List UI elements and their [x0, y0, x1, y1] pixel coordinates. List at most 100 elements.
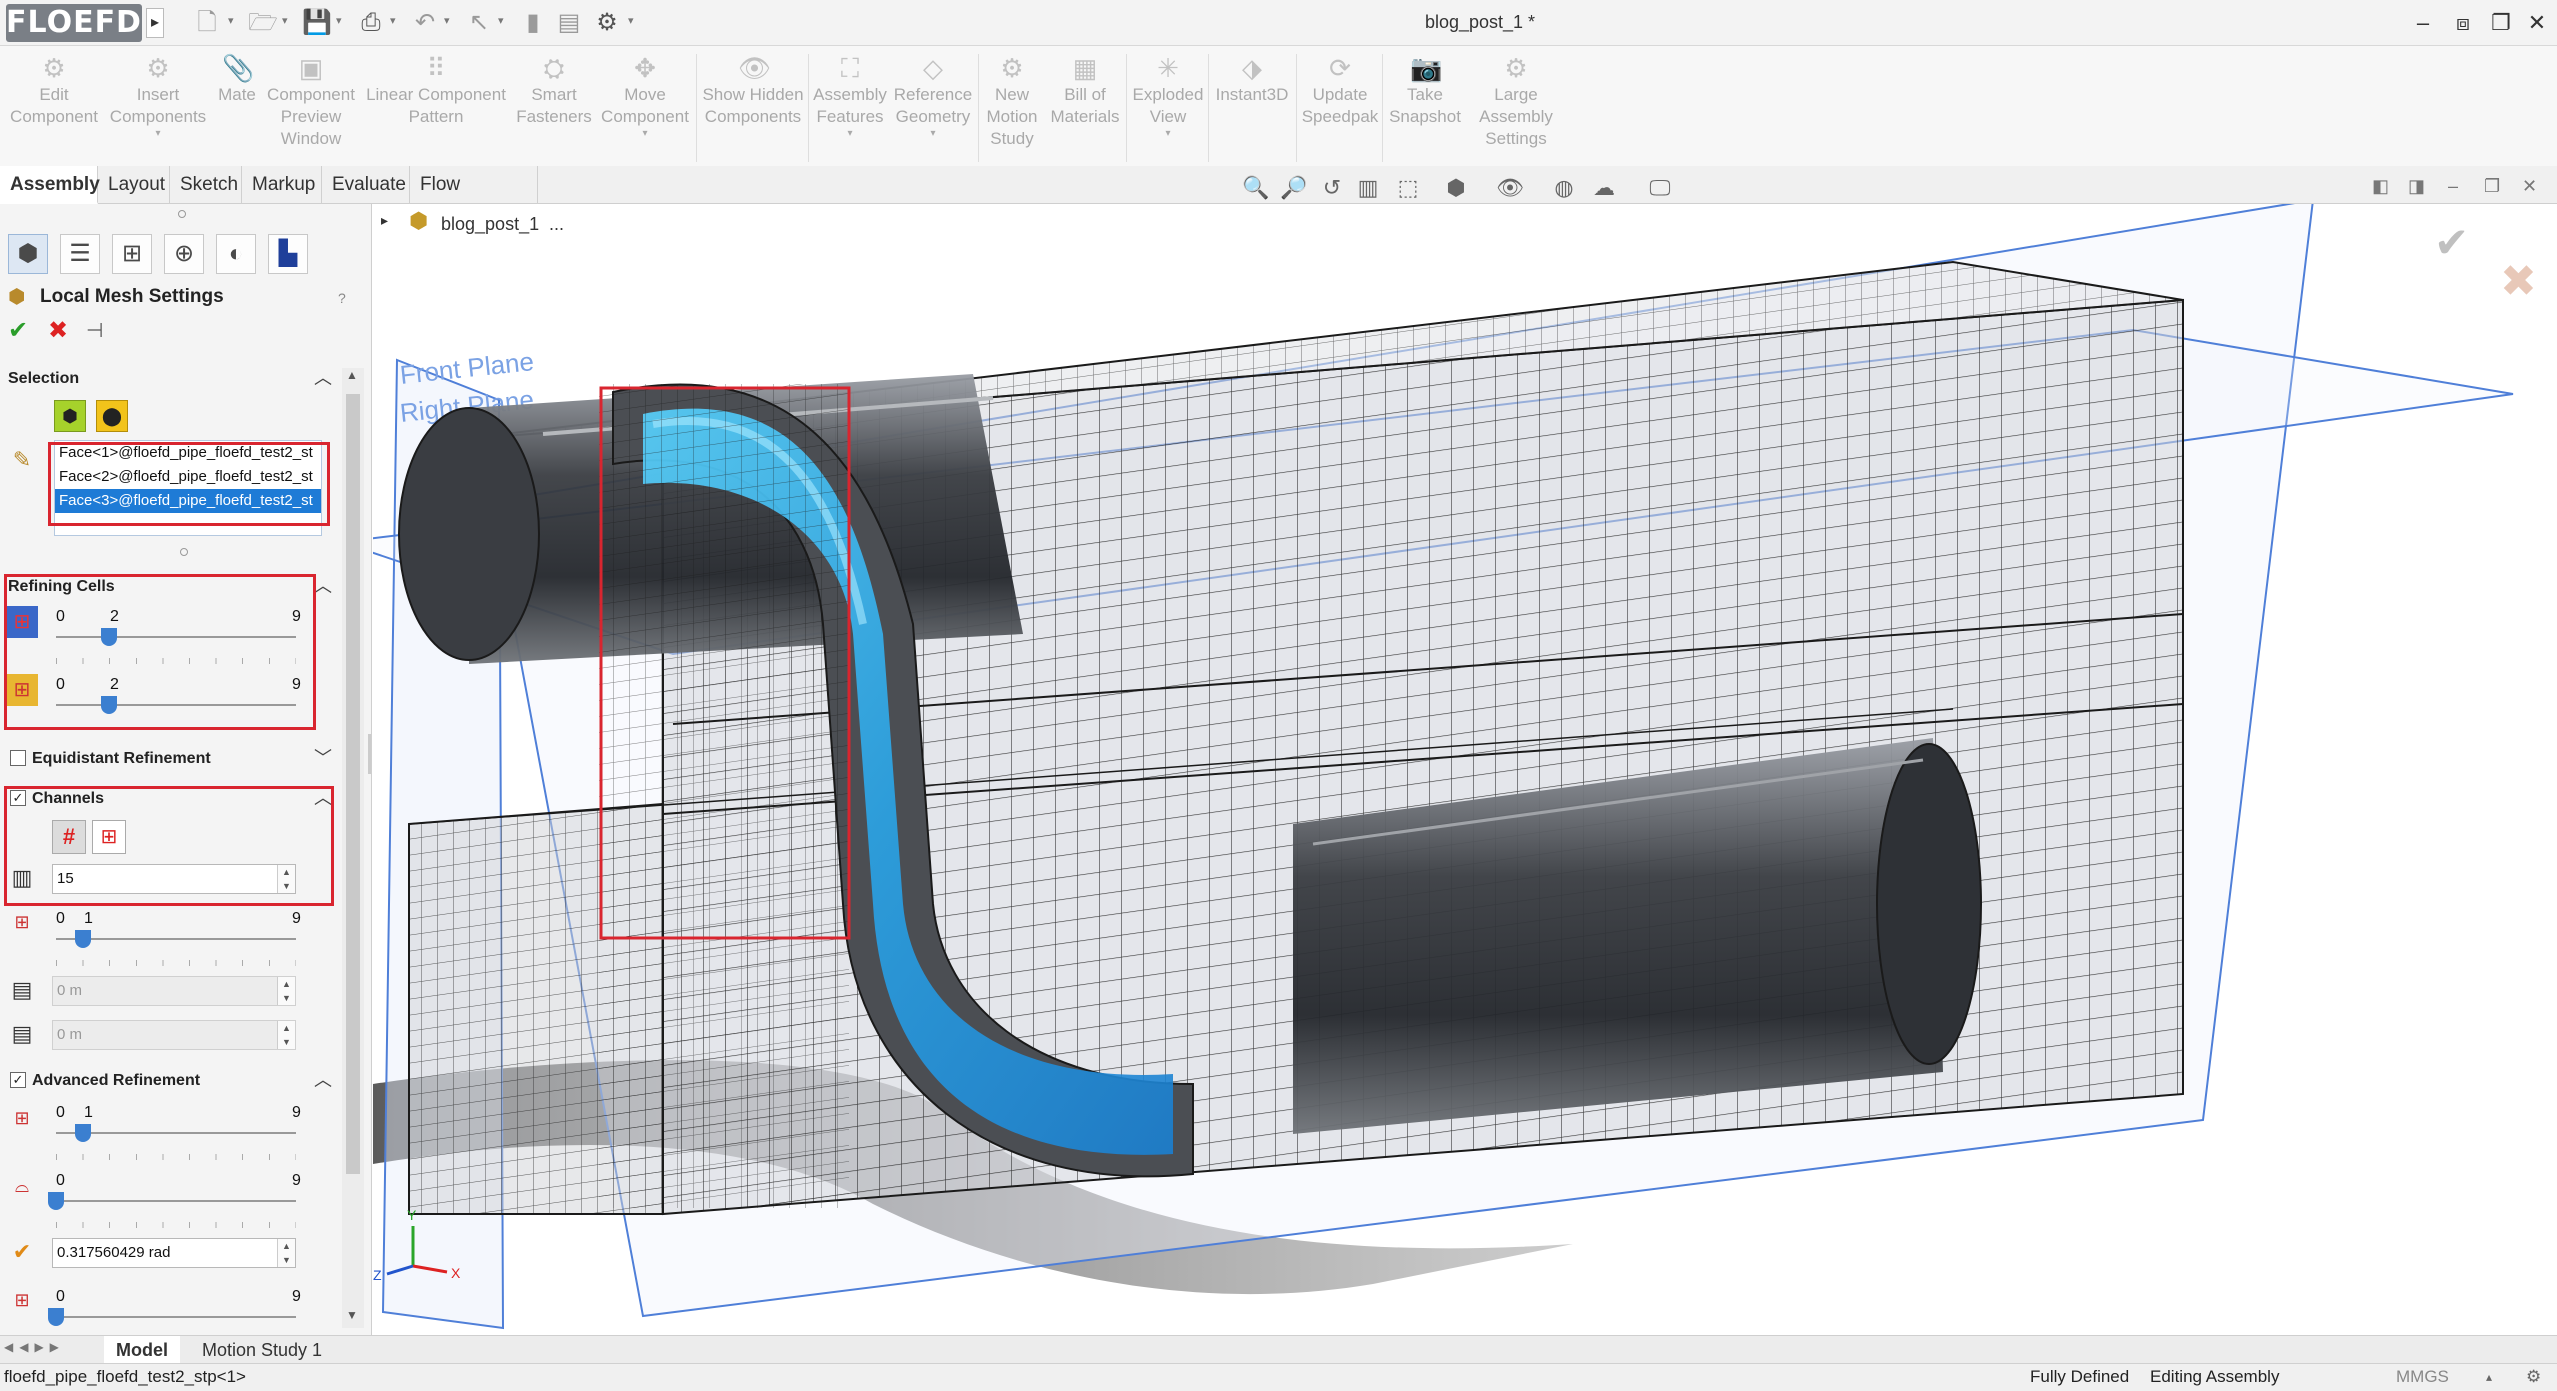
appearance-icon[interactable]: ◐	[216, 234, 256, 274]
graphics-viewport[interactable]: ▸ ⬢ blog_post_1 ... Front Plane Right Pl…	[373, 204, 2557, 1335]
ok-check-icon[interactable]: ✔	[8, 316, 28, 345]
equidistant-expand-chevron-icon[interactable]: ﹀	[314, 744, 332, 770]
status-units[interactable]: MMGS	[2396, 1364, 2449, 1390]
zoom-area-icon[interactable]: 🔎	[1278, 172, 1310, 204]
curvature-slider-thumb[interactable]	[48, 1192, 64, 1210]
panel-splitter[interactable]	[368, 734, 371, 774]
move-dropdown-icon[interactable]: ▾	[598, 128, 692, 140]
component-preview-button[interactable]: ▣ Component Preview Window	[262, 54, 360, 150]
viewport-tile-left-icon[interactable]: ◧	[2372, 176, 2389, 197]
panel-resize-handle[interactable]	[178, 210, 186, 218]
channel-refine-slider-thumb[interactable]	[74, 930, 91, 948]
tab-navigation-arrows-icon[interactable]: ◀◀▶▶	[4, 1340, 65, 1354]
edit-component-button[interactable]: ⚙ Edit Component	[4, 54, 104, 128]
options-dropdown-icon[interactable]: ▾	[628, 14, 634, 27]
tolerance-slider[interactable]	[56, 1316, 296, 1318]
save-icon[interactable]: 💾	[300, 8, 334, 38]
confirm-cancel-icon[interactable]: ✖	[2500, 256, 2537, 307]
max-width-input[interactable]: 0 m ▲ ▼	[52, 1020, 296, 1050]
maximize-icon[interactable]: ❐	[2484, 8, 2518, 38]
viewport-tile-right-icon[interactable]: ◨	[2408, 176, 2425, 197]
section-view-icon[interactable]: ▥	[1352, 172, 1384, 204]
max-width-spinner-icon[interactable]: ▲ ▼	[277, 1021, 295, 1049]
menu-expand-icon[interactable]: ▸	[146, 8, 164, 38]
zoom-to-fit-icon[interactable]: 🔍	[1240, 172, 1272, 204]
channel-refine-slider[interactable]	[56, 938, 296, 940]
edit-appearance-icon[interactable]: ◍	[1548, 172, 1580, 204]
select-dropdown-icon[interactable]: ▾	[498, 14, 504, 27]
tab-model[interactable]: Model	[104, 1336, 180, 1364]
geometry-dropdown-icon[interactable]: ▾	[890, 128, 976, 140]
insert-components-button[interactable]: ⚙ Insert Components ▾	[104, 54, 212, 140]
view-orientation-icon[interactable]: ⬚	[1392, 172, 1424, 204]
status-settings-icon[interactable]: ⚙	[2526, 1364, 2541, 1390]
floefd-analysis-tree-icon[interactable]: ▙	[268, 234, 308, 274]
curvature-criterion-input[interactable]: 0.317560429 rad ▲ ▼	[52, 1238, 296, 1268]
previous-view-icon[interactable]: ↺	[1316, 172, 1348, 204]
bill-of-materials-button[interactable]: ▦ Bill of Materials	[1044, 54, 1126, 128]
advanced-collapse-chevron-icon[interactable]: ︿	[314, 1066, 332, 1092]
undo-dropdown-icon[interactable]: ▾	[444, 14, 450, 27]
exploded-dropdown-icon[interactable]: ▾	[1128, 128, 1208, 140]
new-motion-study-button[interactable]: ⚙ New Motion Study	[980, 54, 1044, 150]
panel-scrollbar[interactable]: ▲ ▼	[342, 368, 364, 1328]
viewport-minimize-icon[interactable]: –	[2448, 176, 2458, 197]
model-graphics[interactable]: Front Plane Right Plane Y X Z	[373, 204, 2557, 1335]
units-dropdown-icon[interactable]: ▴	[2486, 1364, 2492, 1390]
rebuild-icon[interactable]: ▮	[516, 8, 550, 38]
mate-button[interactable]: 📎 Mate	[210, 54, 264, 106]
exploded-view-button[interactable]: ✳ Exploded View ▾	[1128, 54, 1208, 140]
hide-show-items-icon[interactable]: 👁	[1494, 172, 1526, 204]
configuration-manager-icon[interactable]: ⊞	[112, 234, 152, 274]
close-icon[interactable]: ✕	[2520, 8, 2554, 38]
selection-collapse-chevron-icon[interactable]: ︿	[314, 364, 332, 390]
tab-flow-analysis[interactable]: Flow Analysis	[410, 166, 538, 233]
min-width-input[interactable]: 0 m ▲ ▼	[52, 976, 296, 1006]
tab-motion-study[interactable]: Motion Study 1	[190, 1336, 334, 1364]
select-faces-icon[interactable]: ⬤	[96, 400, 128, 432]
features-dropdown-icon[interactable]: ▾	[810, 128, 890, 140]
print-dropdown-icon[interactable]: ▾	[390, 14, 396, 27]
viewport-restore-icon[interactable]: ❐	[2484, 176, 2500, 197]
smart-fasteners-button[interactable]: ⛭ Smart Fasteners	[510, 54, 598, 128]
equidistant-checkbox[interactable]	[10, 750, 26, 766]
help-icon[interactable]: ?	[338, 290, 346, 306]
small-features-slider[interactable]	[56, 1132, 296, 1134]
open-folder-icon[interactable]: 🗁	[246, 8, 280, 38]
view-settings-icon[interactable]: 🖵	[1644, 172, 1676, 204]
restore-tiles-icon[interactable]: ⧈	[2446, 8, 2480, 38]
display-style-icon[interactable]: ⬢	[1440, 172, 1472, 204]
minimize-icon[interactable]: –	[2406, 8, 2440, 38]
scroll-down-icon[interactable]: ▼	[346, 1308, 358, 1322]
tab-assembly[interactable]: Assembly	[0, 166, 100, 204]
options-gear-icon[interactable]: ⚙	[590, 8, 624, 38]
linear-pattern-button[interactable]: ⠿ Linear Component Pattern	[360, 54, 512, 128]
show-hidden-button[interactable]: 👁 Show Hidden Components	[700, 54, 806, 128]
tab-evaluate[interactable]: Evaluate	[322, 166, 410, 204]
curvature-slider[interactable]	[56, 1200, 296, 1202]
large-assembly-button[interactable]: ⚙ Large Assembly Settings	[1466, 54, 1566, 150]
update-speedpak-button[interactable]: ⟳ Update Speedpak	[1298, 54, 1382, 128]
reference-geometry-button[interactable]: ◇ Reference Geometry ▾	[890, 54, 976, 140]
select-components-icon[interactable]: ⬢	[54, 400, 86, 432]
move-component-button[interactable]: ✥ Move Component ▾	[598, 54, 692, 140]
tab-markup[interactable]: Markup	[242, 166, 322, 204]
new-dropdown-icon[interactable]: ▾	[228, 14, 234, 27]
angle-spinner-icon[interactable]: ▲ ▼	[277, 1239, 295, 1267]
refining-collapse-chevron-icon[interactable]: ︿	[314, 572, 332, 598]
print-icon[interactable]: ⎙	[354, 8, 388, 38]
assembly-features-button[interactable]: ⛶ Assembly Features ▾	[810, 54, 890, 140]
confirm-ok-icon[interactable]: ✔	[2434, 218, 2469, 267]
new-document-icon[interactable]: 🗋	[190, 8, 224, 38]
cancel-x-icon[interactable]: ✖	[48, 316, 68, 345]
instant3d-button[interactable]: ⬗ Instant3D	[1210, 54, 1294, 106]
advanced-checkbox[interactable]: ✓	[10, 1072, 26, 1088]
small-features-slider-thumb[interactable]	[74, 1124, 91, 1142]
list-resize-handle[interactable]	[180, 548, 188, 556]
dimxpert-icon[interactable]: ⊕	[164, 234, 204, 274]
select-cursor-icon[interactable]: ↖	[462, 8, 496, 38]
pushpin-icon[interactable]: ⊣	[86, 318, 103, 343]
scroll-up-icon[interactable]: ▲	[346, 368, 358, 382]
take-snapshot-button[interactable]: 📷 Take Snapshot	[1384, 54, 1466, 128]
tab-layout[interactable]: Layout	[98, 166, 170, 204]
